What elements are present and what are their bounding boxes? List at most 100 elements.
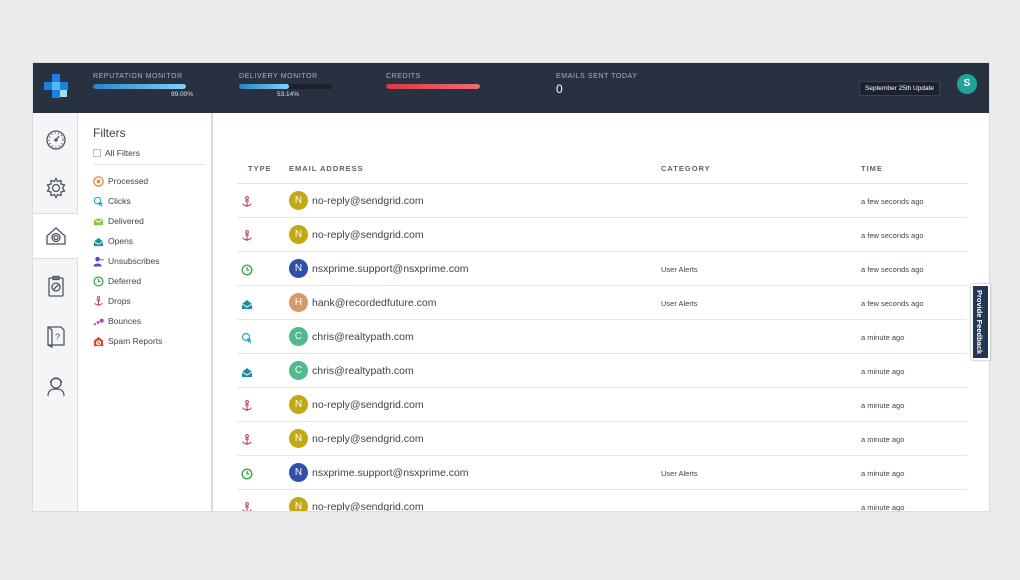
delivery-label: DELIVERY MONITOR <box>239 73 318 80</box>
header-time[interactable]: TIME <box>861 164 883 173</box>
reputation-monitor[interactable]: REPUTATION MONITOR 99.00% <box>93 73 193 98</box>
email-address[interactable]: no-reply@sendgrid.com <box>312 433 424 445</box>
filter-label: Drops <box>108 296 131 306</box>
time: a minute ago <box>861 401 905 410</box>
filter-label: Delivered <box>108 216 144 226</box>
update-badge[interactable]: September 25th Update <box>859 81 941 96</box>
all-filters-checkbox[interactable]: All Filters <box>93 148 140 158</box>
settings-icon[interactable] <box>33 165 78 211</box>
avatar: H <box>289 293 308 312</box>
suppressions-icon[interactable] <box>33 263 78 309</box>
dashboard-icon[interactable] <box>33 117 78 163</box>
email-address[interactable]: hank@recordedfuture.com <box>312 297 436 309</box>
table-row[interactable]: Nnsxprime.support@nsxprime.com User Alert… <box>237 252 967 286</box>
delivered-icon <box>93 216 104 227</box>
deferred-icon <box>241 263 253 276</box>
provide-feedback-tab[interactable]: Provide Feedback <box>971 284 990 360</box>
table-row[interactable]: Nnsxprime.support@nsxprime.com User Alert… <box>237 456 967 490</box>
time: a minute ago <box>861 503 905 512</box>
credits-bar-fill <box>386 84 480 89</box>
time: a few seconds ago <box>861 299 924 308</box>
support-icon[interactable] <box>33 363 78 409</box>
help-icon[interactable]: ? <box>33 313 78 359</box>
table-row[interactable]: Nno-reply@sendgrid.com a minute ago <box>237 490 967 512</box>
clicks-icon <box>93 196 104 207</box>
email-address[interactable]: no-reply@sendgrid.com <box>312 399 424 411</box>
credits-bar <box>386 84 480 89</box>
drops-icon <box>241 501 253 511</box>
filter-unsubscribes[interactable]: Unsubscribes <box>93 254 160 268</box>
delivery-value: 53.14% <box>276 91 299 98</box>
email-address[interactable]: no-reply@sendgrid.com <box>312 501 424 511</box>
filter-bounces[interactable]: Bounces <box>93 314 141 328</box>
email-address[interactable]: chris@realtypath.com <box>312 331 414 343</box>
filter-processed[interactable]: Processed <box>93 174 148 188</box>
user-avatar[interactable]: S <box>957 74 977 94</box>
avatar: N <box>289 497 308 511</box>
email-address[interactable]: nsxprime.support@nsxprime.com <box>312 467 469 479</box>
filters-divider <box>93 164 205 165</box>
table-row[interactable]: Hhank@recordedfuture.com User Alerts a few… <box>237 286 967 320</box>
opens-icon <box>93 236 104 247</box>
filter-deferred[interactable]: Deferred <box>93 274 141 288</box>
processed-icon <box>93 175 104 187</box>
table-row[interactable]: Nno-reply@sendgrid.com a few seconds ago <box>237 218 967 252</box>
deferred-icon <box>93 275 104 287</box>
activity-icon[interactable] <box>33 213 79 259</box>
filter-spam[interactable]: Spam Reports <box>93 334 162 348</box>
category: User Alerts <box>661 265 698 274</box>
reputation-value: 99.00% <box>170 91 193 98</box>
time: a few seconds ago <box>861 265 924 274</box>
credits-label: CREDITS <box>386 73 421 80</box>
email-address[interactable]: no-reply@sendgrid.com <box>312 229 424 241</box>
clicks-icon <box>241 331 253 344</box>
drops-icon <box>241 195 253 207</box>
email-address[interactable]: no-reply@sendgrid.com <box>312 195 424 207</box>
sendgrid-logo[interactable] <box>42 73 70 101</box>
checkbox-icon[interactable] <box>93 149 101 157</box>
delivery-bar <box>239 84 333 89</box>
delivery-monitor[interactable]: DELIVERY MONITOR 53.14% <box>239 73 333 98</box>
avatar: C <box>289 361 308 380</box>
drops-icon <box>241 433 253 445</box>
time: a minute ago <box>861 469 905 478</box>
reputation-label: REPUTATION MONITOR <box>93 73 183 80</box>
filter-label: Processed <box>108 176 149 186</box>
time: a few seconds ago <box>861 197 924 206</box>
table-row[interactable]: Nno-reply@sendgrid.com a minute ago <box>237 422 967 456</box>
header-email[interactable]: EMAIL ADDRESS <box>289 164 364 173</box>
avatar: N <box>289 259 308 278</box>
filters-title: Filters <box>93 126 126 140</box>
drops-icon <box>241 399 253 411</box>
table-row[interactable]: Cchris@realtypath.com a minute ago <box>237 354 967 388</box>
filter-delivered[interactable]: Delivered <box>93 214 144 228</box>
filter-label: Deferred <box>108 276 142 286</box>
table-row[interactable]: Cchris@realtypath.com a minute ago <box>237 320 967 354</box>
filter-label: Clicks <box>108 196 131 206</box>
avatar: C <box>289 327 308 346</box>
email-address[interactable]: chris@realtypath.com <box>312 365 414 377</box>
category: User Alerts <box>661 469 698 478</box>
top-bar: REPUTATION MONITOR 99.00% DELIVERY MONIT… <box>33 63 989 113</box>
time: a minute ago <box>861 367 905 376</box>
credits[interactable]: CREDITS <box>386 73 480 89</box>
filter-clicks[interactable]: Clicks <box>93 194 131 208</box>
unsubscribes-icon <box>93 256 104 267</box>
opens-icon <box>241 365 253 377</box>
email-address[interactable]: nsxprime.support@nsxprime.com <box>312 263 469 275</box>
all-filters-label: All Filters <box>105 148 140 158</box>
filter-label: Unsubscribes <box>108 256 160 266</box>
provide-feedback-label: Provide Feedback <box>975 290 984 355</box>
svg-text:?: ? <box>55 332 60 342</box>
header-type[interactable]: TYPE <box>248 164 272 173</box>
avatar: N <box>289 191 308 210</box>
table-row[interactable]: Nno-reply@sendgrid.com a minute ago <box>237 388 967 422</box>
table-row[interactable]: Nno-reply@sendgrid.com a few seconds ago <box>237 184 967 218</box>
header-category[interactable]: CATEGORY <box>661 164 711 173</box>
filters-panel: Filters All Filters Processed Clicks Deliv… <box>78 113 213 511</box>
filter-opens[interactable]: Opens <box>93 234 133 248</box>
reputation-bar <box>93 84 187 89</box>
drops-icon <box>93 295 104 307</box>
filter-drops[interactable]: Drops <box>93 294 131 308</box>
filter-label: Bounces <box>108 316 142 326</box>
